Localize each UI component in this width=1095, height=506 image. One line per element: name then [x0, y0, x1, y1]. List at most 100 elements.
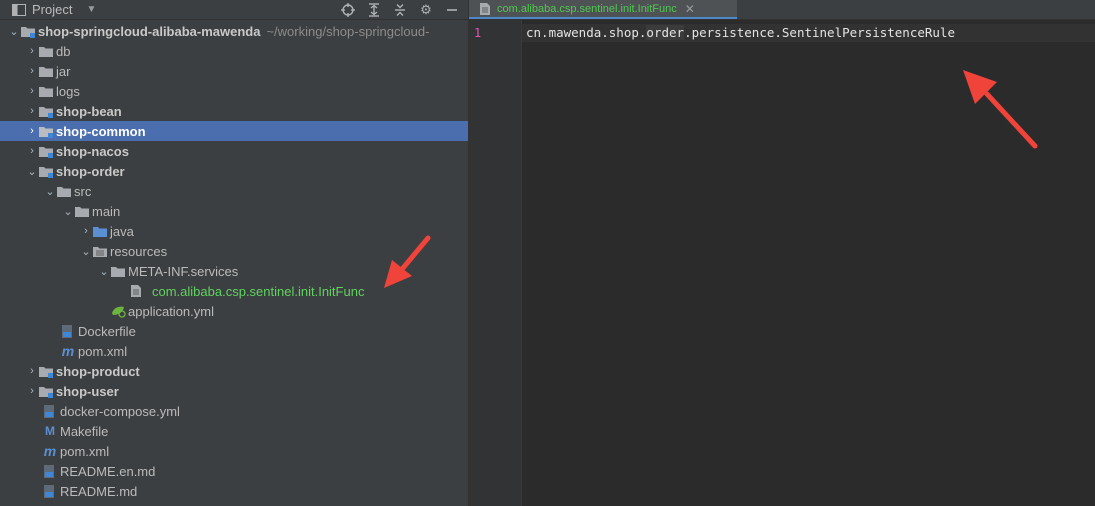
- chevron-down-icon[interactable]: ⌄: [8, 21, 20, 41]
- folder-icon: [110, 263, 126, 279]
- chevron-down-icon[interactable]: ⌄: [44, 181, 56, 201]
- tree-item-label: main: [92, 203, 121, 219]
- tree-item-root[interactable]: ⌄ shop-springcloud-alibaba-mawenda ~/wor…: [0, 21, 468, 41]
- docker-file-icon: [60, 323, 76, 339]
- tree-item-label: shop-common: [56, 123, 146, 139]
- chevron-right-icon[interactable]: ›: [26, 41, 38, 61]
- tree-item-label: Dockerfile: [78, 323, 136, 339]
- module-folder-icon: [38, 163, 54, 179]
- tree-item-main[interactable]: ⌄ main: [0, 201, 468, 221]
- docker-compose-icon: [42, 403, 58, 419]
- maven-icon: m: [43, 443, 57, 459]
- tree-item-label: Makefile: [60, 423, 109, 439]
- chevron-right-icon[interactable]: ›: [26, 61, 38, 81]
- spring-config-icon: [110, 303, 126, 319]
- tree-item-shop-common[interactable]: › shop-common: [0, 121, 468, 141]
- folder-icon: [74, 203, 90, 219]
- makefile-icon: M: [45, 424, 55, 438]
- tree-item-label: java: [110, 223, 134, 239]
- folder-icon: [38, 43, 54, 59]
- tree-item-logs[interactable]: › logs: [0, 81, 468, 101]
- tree-item-dockerfile[interactable]: Dockerfile: [0, 321, 468, 341]
- tree-item-label: logs: [56, 83, 80, 99]
- module-folder-icon: [38, 103, 54, 119]
- chevron-down-icon[interactable]: ▼: [86, 4, 96, 15]
- tree-item-label: docker-compose.yml: [60, 403, 180, 419]
- chevron-right-icon[interactable]: ›: [26, 121, 38, 141]
- folder-icon: [38, 63, 54, 79]
- tree-item-java[interactable]: › java: [0, 221, 468, 241]
- tree-item-label: src: [74, 183, 92, 199]
- project-view-icon[interactable]: [12, 3, 26, 17]
- tree-item-shop-bean[interactable]: › shop-bean: [0, 101, 468, 121]
- tree-item-initfunc[interactable]: com.alibaba.csp.sentinel.init.InitFunc: [0, 281, 468, 301]
- tree-item-label: shop-bean: [56, 103, 122, 119]
- tree-item-label: resources: [110, 243, 168, 259]
- chevron-down-icon[interactable]: ⌄: [26, 161, 38, 181]
- gear-icon[interactable]: ⚙: [418, 2, 434, 18]
- project-panel-title[interactable]: Project: [32, 2, 72, 17]
- tree-item-makefile[interactable]: M Makefile: [0, 421, 468, 441]
- tree-item-label: pom.xml: [78, 343, 128, 359]
- tree-item-label: application.yml: [128, 303, 214, 319]
- module-folder-icon: [38, 143, 54, 159]
- tree-item-label: pom.xml: [60, 443, 110, 459]
- editor-tab-label: com.alibaba.csp.sentinel.init.InitFunc: [497, 2, 677, 15]
- hide-panel-icon[interactable]: [444, 2, 460, 18]
- text-file-icon: [128, 283, 144, 299]
- resources-folder-icon: [92, 243, 108, 259]
- chevron-down-icon[interactable]: ⌄: [80, 241, 92, 261]
- project-panel-header: Project ▼ ⚙: [0, 0, 468, 20]
- chevron-down-icon[interactable]: ⌄: [98, 261, 110, 281]
- tree-item-application-yml[interactable]: application.yml: [0, 301, 468, 321]
- tree-item-shop-nacos[interactable]: › shop-nacos: [0, 141, 468, 161]
- tree-item-shop-order[interactable]: ⌄ shop-order: [0, 161, 468, 181]
- tree-item-resources[interactable]: ⌄ resources: [0, 241, 468, 261]
- chevron-right-icon[interactable]: ›: [80, 221, 92, 241]
- tree-item-label: README.en.md: [60, 463, 156, 479]
- module-folder-icon: [38, 363, 54, 379]
- tree-item-readme[interactable]: README.md: [0, 481, 468, 501]
- chevron-right-icon[interactable]: ›: [26, 81, 38, 101]
- chevron-right-icon[interactable]: ›: [26, 141, 38, 161]
- tree-item-jar[interactable]: › jar: [0, 61, 468, 81]
- tree-item-label: jar: [56, 63, 71, 79]
- expand-all-icon[interactable]: [366, 2, 382, 18]
- annotation-arrow-right: [963, 70, 1038, 149]
- close-icon[interactable]: ✕: [685, 2, 695, 16]
- tree-item-label: shop-order: [56, 163, 125, 179]
- tree-item-path: ~/working/shop-springcloud-: [266, 23, 430, 39]
- tree-item-src[interactable]: ⌄ src: [0, 181, 468, 201]
- module-folder-icon: [38, 123, 54, 139]
- editor-area: com.alibaba.csp.sentinel.init.InitFunc ✕…: [469, 0, 1095, 506]
- tree-item-db[interactable]: › db: [0, 41, 468, 61]
- collapse-all-icon[interactable]: [392, 2, 408, 18]
- tree-item-pom-xml[interactable]: m pom.xml: [0, 341, 468, 361]
- editor-tab-bar: com.alibaba.csp.sentinel.init.InitFunc ✕: [469, 0, 1095, 20]
- tree-item-shop-user[interactable]: › shop-user: [0, 381, 468, 401]
- module-folder-icon: [38, 383, 54, 399]
- maven-icon: m: [61, 343, 75, 359]
- chevron-right-icon[interactable]: ›: [26, 361, 38, 381]
- code-line[interactable]: cn.mawenda.shop.order.persistence.Sentin…: [526, 25, 955, 40]
- panel-toolbar: ⚙: [340, 0, 460, 19]
- tree-item-meta-inf-services[interactable]: ⌄ META-INF.services: [0, 261, 468, 281]
- tree-item-shop-product[interactable]: › shop-product: [0, 361, 468, 381]
- chevron-right-icon[interactable]: ›: [26, 381, 38, 401]
- tree-item-readme-en[interactable]: README.en.md: [0, 461, 468, 481]
- markdown-file-icon: [42, 463, 58, 479]
- locate-icon[interactable]: [340, 2, 356, 18]
- markdown-file-icon: [42, 483, 58, 499]
- project-tree: ⌄ shop-springcloud-alibaba-mawenda ~/wor…: [0, 21, 468, 501]
- tree-item-root-pom-xml[interactable]: m pom.xml: [0, 441, 468, 461]
- module-folder-icon: [20, 23, 36, 39]
- tree-item-label: shop-springcloud-alibaba-mawenda: [38, 23, 261, 39]
- project-panel: Project ▼ ⚙ ⌄ shop-springcloud-alibaba-m…: [0, 0, 468, 506]
- chevron-right-icon[interactable]: ›: [26, 101, 38, 121]
- tree-item-label: shop-nacos: [56, 143, 129, 159]
- editor-tab-initfunc[interactable]: com.alibaba.csp.sentinel.init.InitFunc ✕: [469, 0, 737, 19]
- tree-item-docker-compose[interactable]: docker-compose.yml: [0, 401, 468, 421]
- line-number-gutter: 1: [469, 20, 522, 506]
- line-number: 1: [474, 26, 482, 40]
- chevron-down-icon[interactable]: ⌄: [62, 201, 74, 221]
